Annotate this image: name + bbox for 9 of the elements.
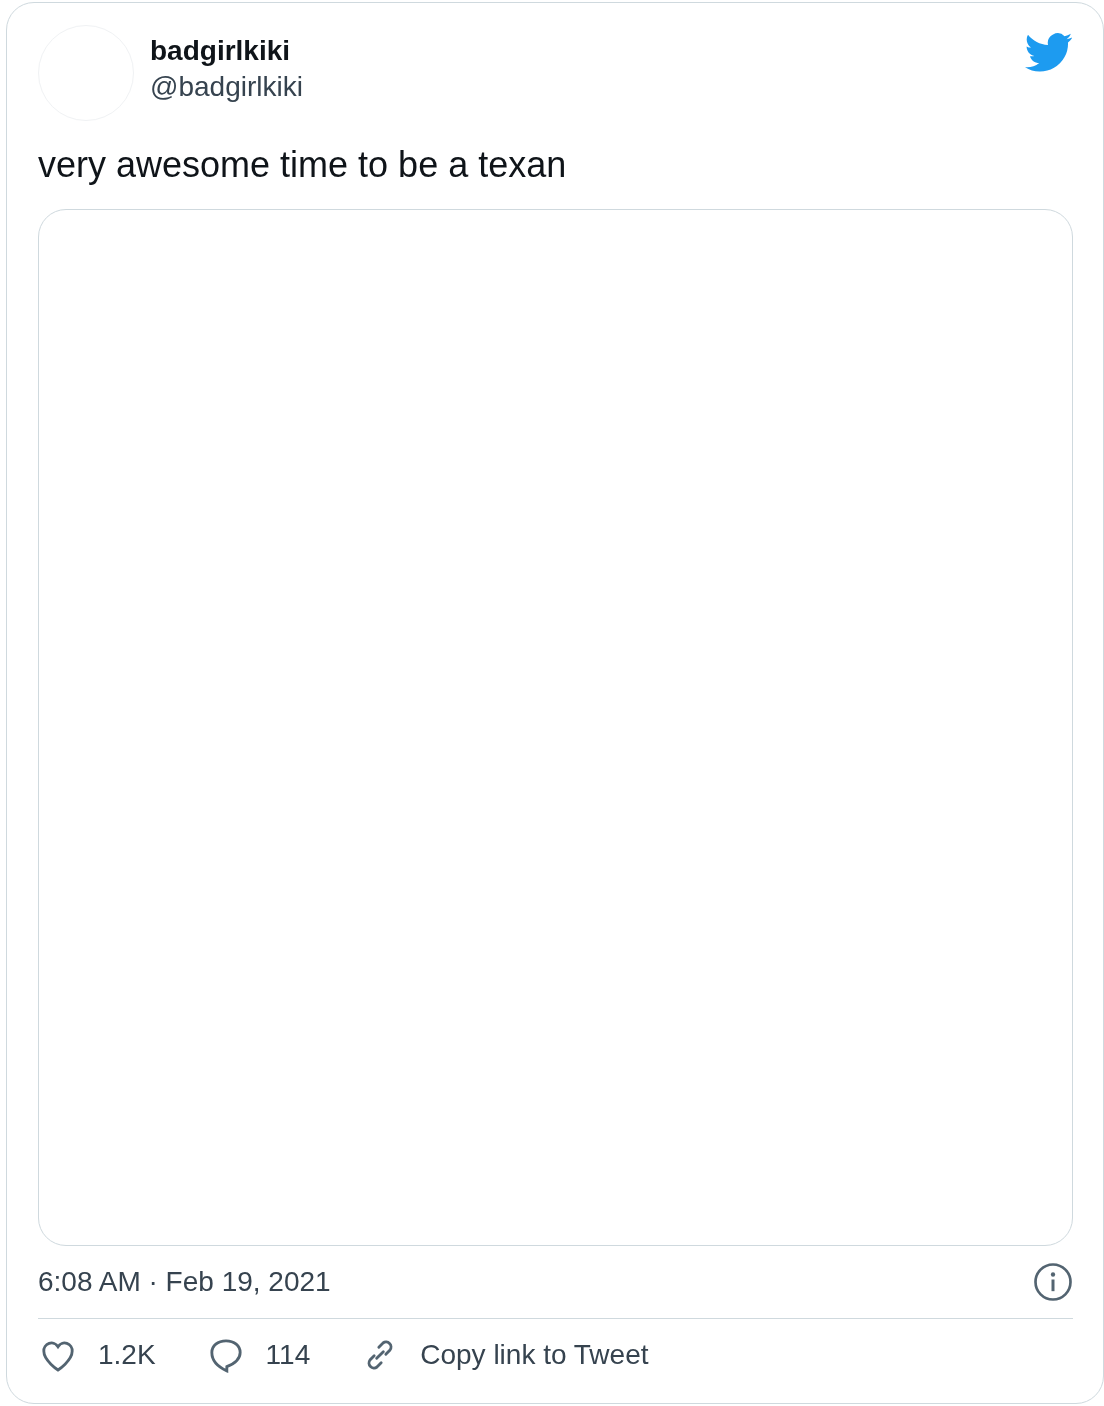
tweet-text: very awesome time to be a texan bbox=[38, 143, 568, 187]
copy-link-button[interactable]: Copy link to Tweet bbox=[360, 1333, 649, 1376]
reply-button[interactable]: 114 bbox=[205, 1333, 311, 1376]
author-handle[interactable]: @badgirlkiki bbox=[150, 69, 1025, 105]
bird-icon[interactable] bbox=[1025, 33, 1073, 73]
author-name[interactable]: badgirlkiki bbox=[150, 33, 1025, 69]
like-button[interactable]: 1.2K bbox=[38, 1333, 156, 1376]
timestamp[interactable]: 6:08 AM · Feb 19, 2021 bbox=[38, 1261, 331, 1303]
info-icon[interactable] bbox=[1033, 1262, 1073, 1302]
